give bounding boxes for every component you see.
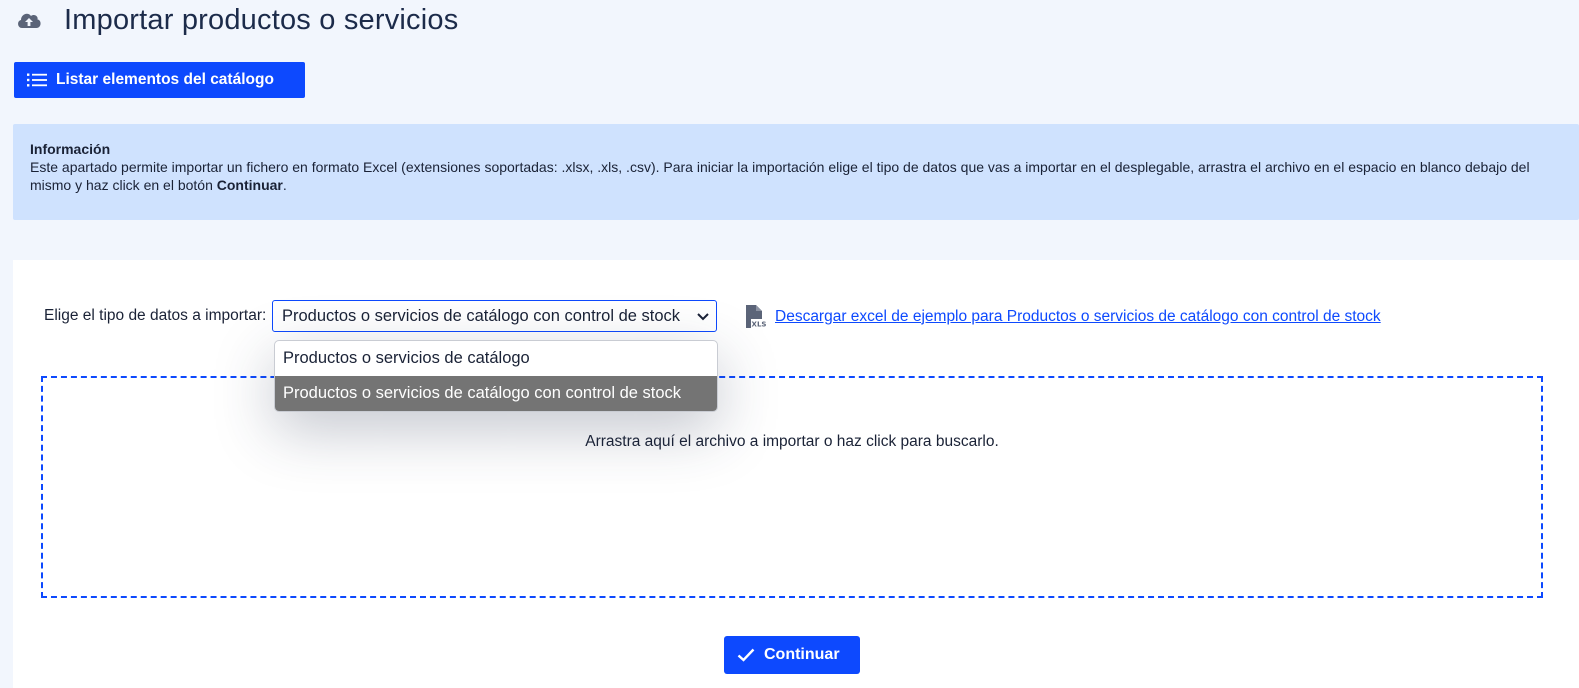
cloud-upload-icon [16,10,42,30]
continue-label: Continuar [764,646,840,663]
data-type-dropdown: Productos o servicios de catálogo Produc… [274,340,718,412]
page-header: Importar productos o servicios [16,2,458,38]
list-catalog-button[interactable]: Listar elementos del catálogo [14,62,305,98]
chevron-down-icon [696,309,710,323]
continue-button[interactable]: Continuar [724,636,860,674]
page-title: Importar productos o servicios [64,3,459,36]
info-title: Información [30,141,111,157]
svg-text:XLS: XLS [752,321,767,329]
info-text: Este apartado permite importar un ficher… [30,158,1565,194]
dropdown-option-catalog[interactable]: Productos o servicios de catálogo [275,341,717,376]
dropdown-option-catalog-stock[interactable]: Productos o servicios de catálogo con co… [275,376,717,411]
info-text-continue: Continuar [216,177,283,193]
dropzone-text: Arrastra aquí el archivo a importar o ha… [585,433,999,450]
download-example: XLS Descargar excel de ejemplo para Prod… [745,304,1381,329]
download-example-link[interactable]: Descargar excel de ejemplo para Producto… [775,308,1381,326]
list-catalog-label: Listar elementos del catálogo [56,71,274,88]
list-icon [27,73,47,87]
data-type-select[interactable]: Productos o servicios de catálogo con co… [272,300,717,332]
data-type-label: Elige el tipo de datos a importar: [44,307,267,324]
info-text-end: . [282,177,287,193]
xls-file-icon: XLS [745,304,767,329]
check-icon [737,648,755,662]
import-panel: Elige el tipo de datos a importar: Produ… [13,260,1579,688]
data-type-selected-value: Productos o servicios de catálogo con co… [282,306,681,325]
file-dropzone[interactable]: Arrastra aquí el archivo a importar o ha… [41,376,1543,598]
info-alert: Información Este apartado permite import… [13,124,1579,220]
